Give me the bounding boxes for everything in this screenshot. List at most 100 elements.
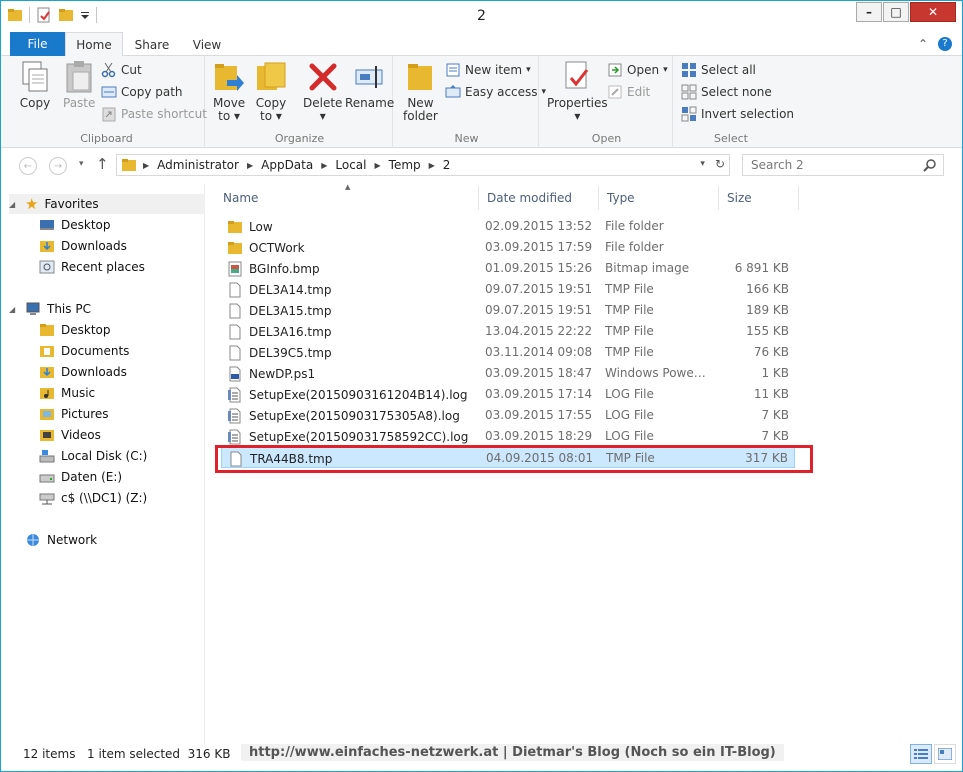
expand-ribbon-icon[interactable]: ⌃ <box>918 37 928 51</box>
table-row[interactable]: BGInfo.bmp 01.09.2015 15:26 Bitmap image 6 … <box>221 258 795 279</box>
search-placeholder: Search 2 <box>751 158 804 172</box>
file-size: 11 KB <box>753 387 789 401</box>
nav-network[interactable]: Network <box>9 530 97 550</box>
tab-share[interactable]: Share <box>127 32 177 57</box>
breadcrumb-separator[interactable]: ▶ <box>143 161 149 170</box>
nav-fav-downloads[interactable]: Downloads <box>39 236 127 256</box>
maximize-button[interactable]: □ <box>883 2 909 22</box>
column-header-date[interactable]: Date modified <box>479 186 599 210</box>
close-icon: ✕ <box>927 5 939 19</box>
nav-this-pc[interactable]: ◢ This PC <box>9 299 91 319</box>
nav-pc-desktop[interactable]: Desktop <box>39 320 111 340</box>
large-icons-view-button[interactable] <box>934 744 956 764</box>
search-input[interactable]: Search 2 <box>742 154 944 176</box>
back-button[interactable]: ← <box>19 157 37 175</box>
delete-button[interactable]: Delete ▾ <box>303 60 342 123</box>
table-row[interactable]: DEL39C5.tmp 03.11.2014 09:08 TMP File 76 KB <box>221 342 795 363</box>
move-to-button[interactable]: Move to ▾ <box>213 60 245 123</box>
drive-icon <box>39 450 55 463</box>
copy-to-button[interactable]: Copy to ▾ <box>255 60 287 123</box>
forward-button[interactable]: → <box>49 157 67 175</box>
up-button[interactable]: ↑ <box>96 155 109 173</box>
tab-file[interactable]: File <box>10 32 65 56</box>
file-name: DEL39C5.tmp <box>249 346 332 360</box>
details-view-button[interactable] <box>910 744 932 764</box>
address-bar[interactable]: ▶ Administrator ▶ AppData ▶ Local ▶ Temp ▶ 2… <box>116 154 730 176</box>
breadcrumb-item[interactable]: Temp ▶ <box>389 158 435 172</box>
table-row[interactable]: NewDP.ps1 03.09.2015 18:47 Windows PowerS.… <box>221 363 795 384</box>
column-header-type[interactable]: Type <box>599 186 719 210</box>
file-size: 76 KB <box>753 345 789 359</box>
nav-pc-videos[interactable]: Videos <box>39 425 101 445</box>
address-dropdown-icon[interactable]: ▾ <box>700 157 705 171</box>
select-none-button[interactable]: Select none <box>681 82 772 102</box>
properties-dropdown-icon: ▾ <box>574 109 581 123</box>
highlight-annotation <box>215 445 813 473</box>
new-folder-button[interactable]: New folder <box>403 60 438 123</box>
nav-pc-documents[interactable]: Documents <box>39 341 129 361</box>
properties-button[interactable]: Properties ▾ <box>547 60 608 123</box>
chevron-right-icon: ▶ <box>246 160 254 170</box>
up-arrow-icon: ↑ <box>96 155 109 173</box>
log-icon <box>228 429 241 445</box>
nav-pc-local-disk[interactable]: Local Disk (C:) <box>39 446 147 466</box>
paste-shortcut-button[interactable]: Paste shortcut <box>101 104 207 124</box>
file-name-cell: BGInfo.bmp <box>227 261 320 277</box>
nav-pc-network-drive[interactable]: c$ (\\DC1) (Z:) <box>39 488 147 508</box>
chevron-down-icon[interactable]: ◢ <box>9 200 19 209</box>
open-button[interactable]: Open ▾ <box>607 60 668 80</box>
breadcrumb-item[interactable]: AppData ▶ <box>261 158 327 172</box>
nav-pc-daten[interactable]: Daten (E:) <box>39 467 122 487</box>
nav-fav-recent[interactable]: Recent places <box>39 257 145 277</box>
copy-button[interactable]: Copy <box>19 60 51 110</box>
select-group-label: Select <box>714 132 748 145</box>
breadcrumb-item[interactable]: Administrator ▶ <box>157 158 253 172</box>
nav-favorites[interactable]: ◢ ★ Favorites <box>9 194 205 214</box>
nav-fav-desktop[interactable]: Desktop <box>39 215 111 235</box>
nav-pc-music[interactable]: Music <box>39 383 95 403</box>
table-row[interactable]: SetupExe(20150903161204B14).log 03.09.201… <box>221 384 795 405</box>
refresh-icon[interactable]: ↻ <box>715 157 725 171</box>
selection-info: 1 item selected 316 KB <box>87 747 231 761</box>
file-type: TMP File <box>605 282 654 296</box>
ribbon: Copy Paste Cut Copy path Paste shortcut … <box>1 56 962 148</box>
column-header-name[interactable]: Name ▲ <box>215 183 479 210</box>
file-date: 13.04.2015 22:22 <box>485 324 593 338</box>
breadcrumb-item[interactable]: Local ▶ <box>335 158 380 172</box>
recent-locations-icon[interactable]: ▾ <box>79 159 84 169</box>
file-size: 189 KB <box>746 303 789 317</box>
file-name-cell: DEL39C5.tmp <box>227 345 332 361</box>
paste-icon <box>66 61 92 93</box>
table-row[interactable]: DEL3A16.tmp 13.04.2015 22:22 TMP File 155 K… <box>221 321 795 342</box>
chevron-down-icon[interactable]: ◢ <box>9 305 19 314</box>
file-name: SetupExe(201509031758592CC).log <box>249 430 469 444</box>
edit-button[interactable]: Edit <box>607 82 650 102</box>
cut-button[interactable]: Cut <box>101 60 142 80</box>
new-item-button[interactable]: New item ▾ <box>445 60 531 80</box>
breadcrumb-item[interactable]: 2 <box>443 158 451 172</box>
table-row[interactable]: OCTWork 03.09.2015 17:59 File folder <box>221 237 795 258</box>
nav-pc-downloads[interactable]: Downloads <box>39 362 127 382</box>
tab-view[interactable]: View <box>183 32 231 57</box>
nav-pc-pictures[interactable]: Pictures <box>39 404 109 424</box>
table-row[interactable]: SetupExe(20150903175305A8).log 03.09.2015… <box>221 405 795 426</box>
invert-selection-button[interactable]: Invert selection <box>681 104 794 124</box>
copy-path-button[interactable]: Copy path <box>101 82 183 102</box>
paste-button[interactable]: Paste <box>63 60 95 110</box>
table-row[interactable]: DEL3A14.tmp 09.07.2015 19:51 TMP File 166 K… <box>221 279 795 300</box>
easy-access-button[interactable]: Easy access ▾ <box>445 82 546 102</box>
table-row[interactable]: Low 02.09.2015 13:52 File folder <box>221 216 795 237</box>
help-icon[interactable]: ? <box>938 37 952 51</box>
close-button[interactable]: ✕ <box>910 2 956 22</box>
column-header-size[interactable]: Size <box>719 186 799 210</box>
rename-button[interactable]: Rename <box>345 60 394 110</box>
select-all-button[interactable]: Select all <box>681 60 756 80</box>
file-date: 09.07.2015 19:51 <box>485 303 593 317</box>
file-name: DEL3A16.tmp <box>249 325 332 339</box>
chevron-right-icon: ▶ <box>428 160 435 170</box>
table-row[interactable]: DEL3A15.tmp 09.07.2015 19:51 TMP File 189 K… <box>221 300 795 321</box>
tab-home[interactable]: Home <box>65 32 123 57</box>
minimize-button[interactable]: – <box>856 2 882 22</box>
table-row[interactable]: SetupExe(201509031758592CC).log 03.09.201… <box>221 426 795 447</box>
large-icons-view-icon <box>938 748 952 760</box>
